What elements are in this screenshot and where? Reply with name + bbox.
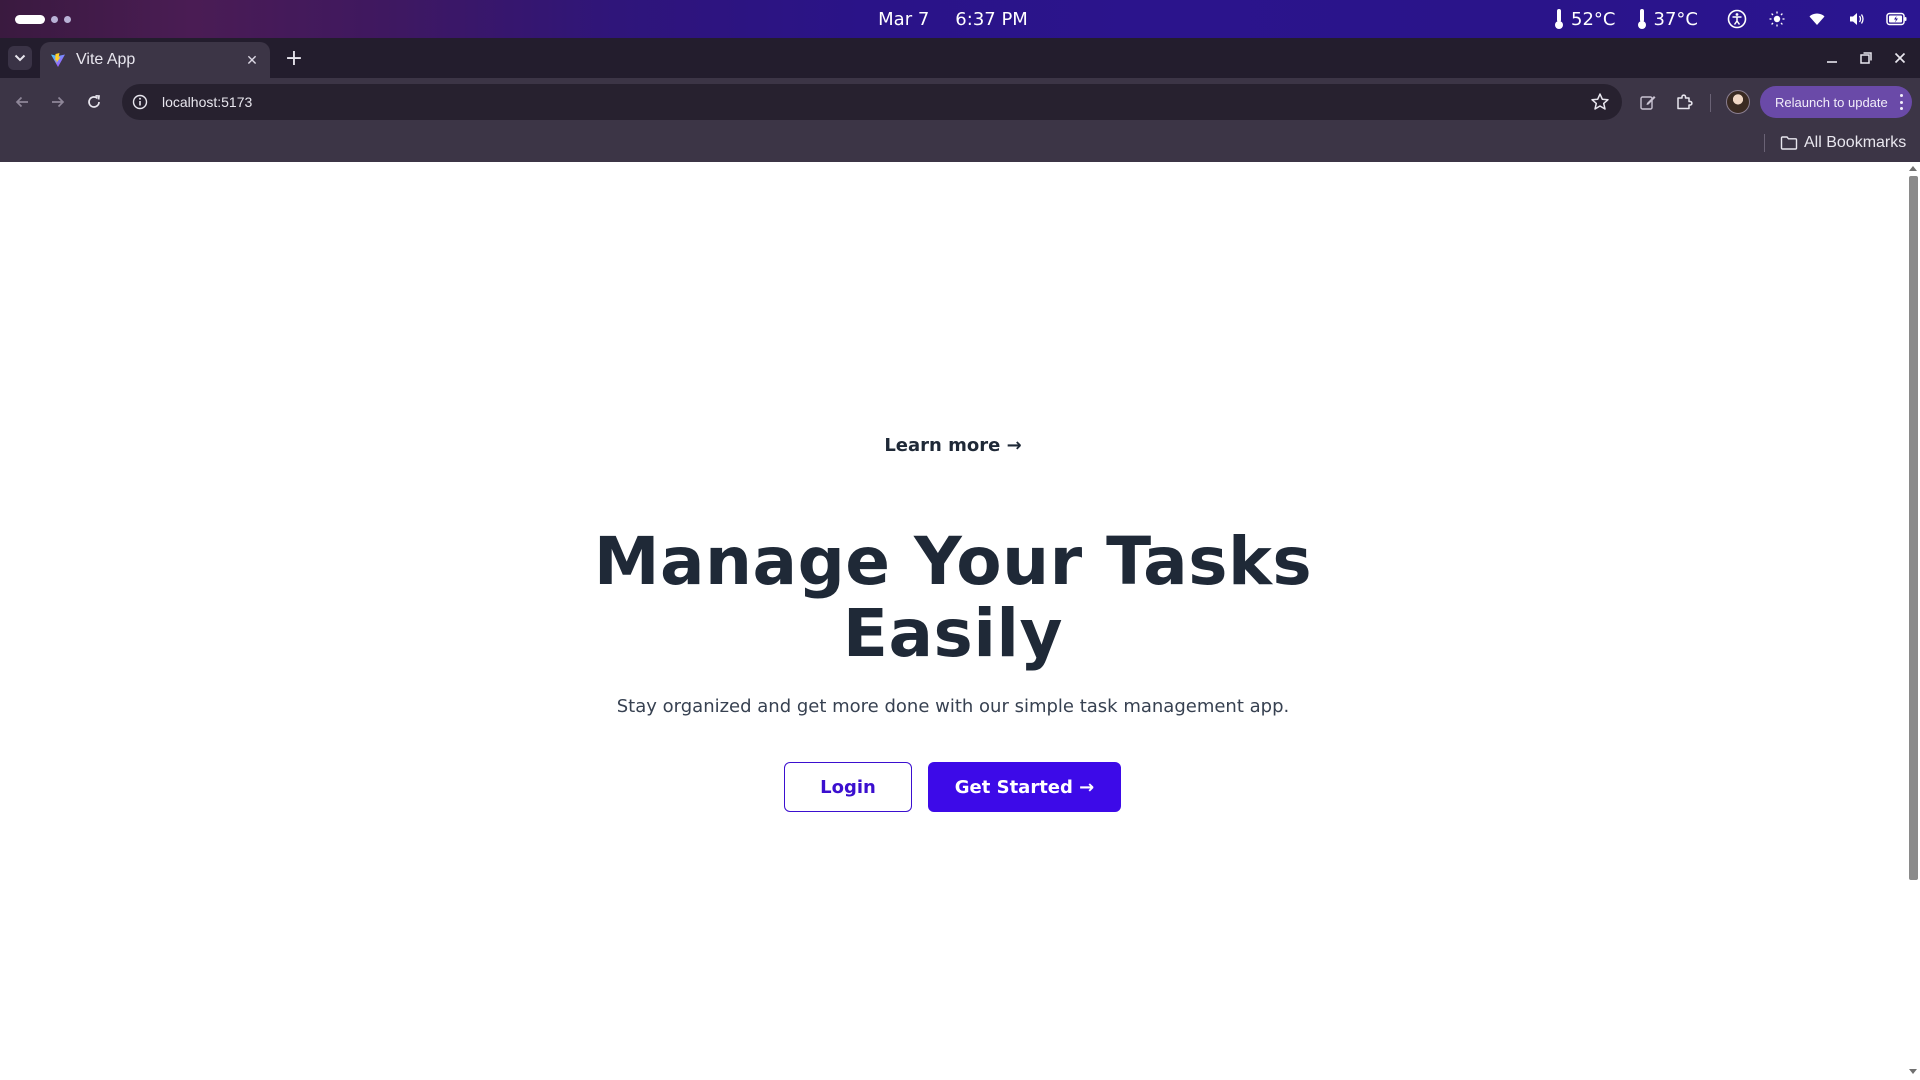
chevron-down-icon bbox=[14, 54, 26, 62]
page-viewport: Learn more → Manage Your Tasks Easily St… bbox=[0, 162, 1920, 1080]
bookmarks-divider bbox=[1764, 134, 1765, 152]
cta-buttons: Login Get Started → bbox=[784, 762, 1121, 812]
folder-icon bbox=[1780, 136, 1798, 150]
battery-icon[interactable] bbox=[1886, 8, 1908, 30]
time-text: 6:37 PM bbox=[955, 8, 1028, 30]
temp-cpu[interactable]: 52°C bbox=[1553, 8, 1616, 30]
new-tab-button[interactable]: + bbox=[282, 46, 306, 71]
volume-icon[interactable] bbox=[1846, 8, 1868, 30]
temp-other-value: 37°C bbox=[1653, 8, 1698, 30]
all-bookmarks-button[interactable]: All Bookmarks bbox=[1780, 132, 1906, 154]
login-button[interactable]: Login bbox=[784, 762, 912, 812]
headline-line-1: Manage Your Tasks bbox=[593, 523, 1313, 600]
toolbar-divider bbox=[1710, 94, 1711, 112]
wifi-icon[interactable] bbox=[1806, 8, 1828, 30]
thermometer-icon bbox=[1637, 9, 1646, 29]
page-scrollbar[interactable] bbox=[1906, 162, 1920, 1080]
profile-avatar[interactable] bbox=[1726, 90, 1750, 114]
relaunch-to-update-button[interactable]: Relaunch to update bbox=[1760, 86, 1912, 118]
get-started-button[interactable]: Get Started → bbox=[928, 762, 1121, 812]
reload-button[interactable] bbox=[82, 90, 106, 114]
edit-icon[interactable] bbox=[1636, 90, 1660, 114]
hero-section: Learn more → Manage Your Tasks Easily St… bbox=[0, 162, 1906, 1080]
headline-line-2: Easily bbox=[842, 595, 1064, 672]
address-bar[interactable]: localhost:5173 bbox=[122, 84, 1622, 120]
tab-title: Vite App bbox=[76, 51, 136, 68]
more-menu-icon[interactable] bbox=[1898, 94, 1904, 110]
thermometer-icon bbox=[1555, 9, 1564, 29]
page-title: Manage Your Tasks Easily bbox=[0, 526, 1906, 670]
bookmark-star-icon[interactable] bbox=[1590, 92, 1610, 112]
temp-cpu-value: 52°C bbox=[1571, 8, 1616, 30]
date-text: Mar 7 bbox=[878, 8, 930, 30]
os-top-bar: Mar 7 6:37 PM 52°C 37°C bbox=[0, 0, 1920, 38]
close-window-icon[interactable] bbox=[1892, 46, 1908, 70]
temp-other[interactable]: 37°C bbox=[1636, 8, 1698, 30]
all-bookmarks-label: All Bookmarks bbox=[1804, 134, 1907, 151]
accessibility-icon[interactable] bbox=[1726, 8, 1748, 30]
close-tab-icon[interactable]: ✕ bbox=[244, 52, 260, 68]
scrollbar-thumb[interactable] bbox=[1909, 176, 1918, 880]
browser-tab-active[interactable]: Vite App ✕ bbox=[40, 42, 270, 78]
arrow-right-icon bbox=[52, 96, 65, 108]
restore-icon[interactable] bbox=[1858, 46, 1874, 70]
minimize-icon[interactable] bbox=[1824, 46, 1840, 70]
window-controls bbox=[1824, 46, 1908, 70]
system-tray: 52°C 37°C bbox=[1553, 0, 1908, 38]
browser-toolbar: localhost:5173 Relaunch to update bbox=[0, 78, 1920, 126]
relaunch-label: Relaunch to update bbox=[1775, 94, 1888, 110]
hero-subtext: Stay organized and get more done with ou… bbox=[616, 696, 1290, 717]
reload-icon bbox=[88, 94, 100, 108]
tab-search-button[interactable] bbox=[8, 46, 32, 70]
vite-logo-icon bbox=[51, 53, 65, 67]
scroll-up-arrow-icon[interactable] bbox=[1909, 166, 1917, 171]
arrow-left-icon bbox=[15, 96, 28, 108]
url-text[interactable]: localhost:5173 bbox=[162, 94, 1590, 110]
learn-more-link[interactable]: Learn more → bbox=[0, 435, 1906, 456]
browser-tab-strip: Vite App ✕ + bbox=[0, 38, 1920, 78]
brightness-icon[interactable] bbox=[1766, 8, 1788, 30]
site-info-icon[interactable] bbox=[132, 94, 148, 110]
back-button[interactable] bbox=[10, 90, 34, 114]
bookmarks-bar: All Bookmarks bbox=[0, 126, 1920, 162]
forward-button[interactable] bbox=[46, 90, 70, 114]
scroll-down-arrow-icon[interactable] bbox=[1909, 1069, 1917, 1074]
extensions-icon[interactable] bbox=[1672, 90, 1696, 114]
